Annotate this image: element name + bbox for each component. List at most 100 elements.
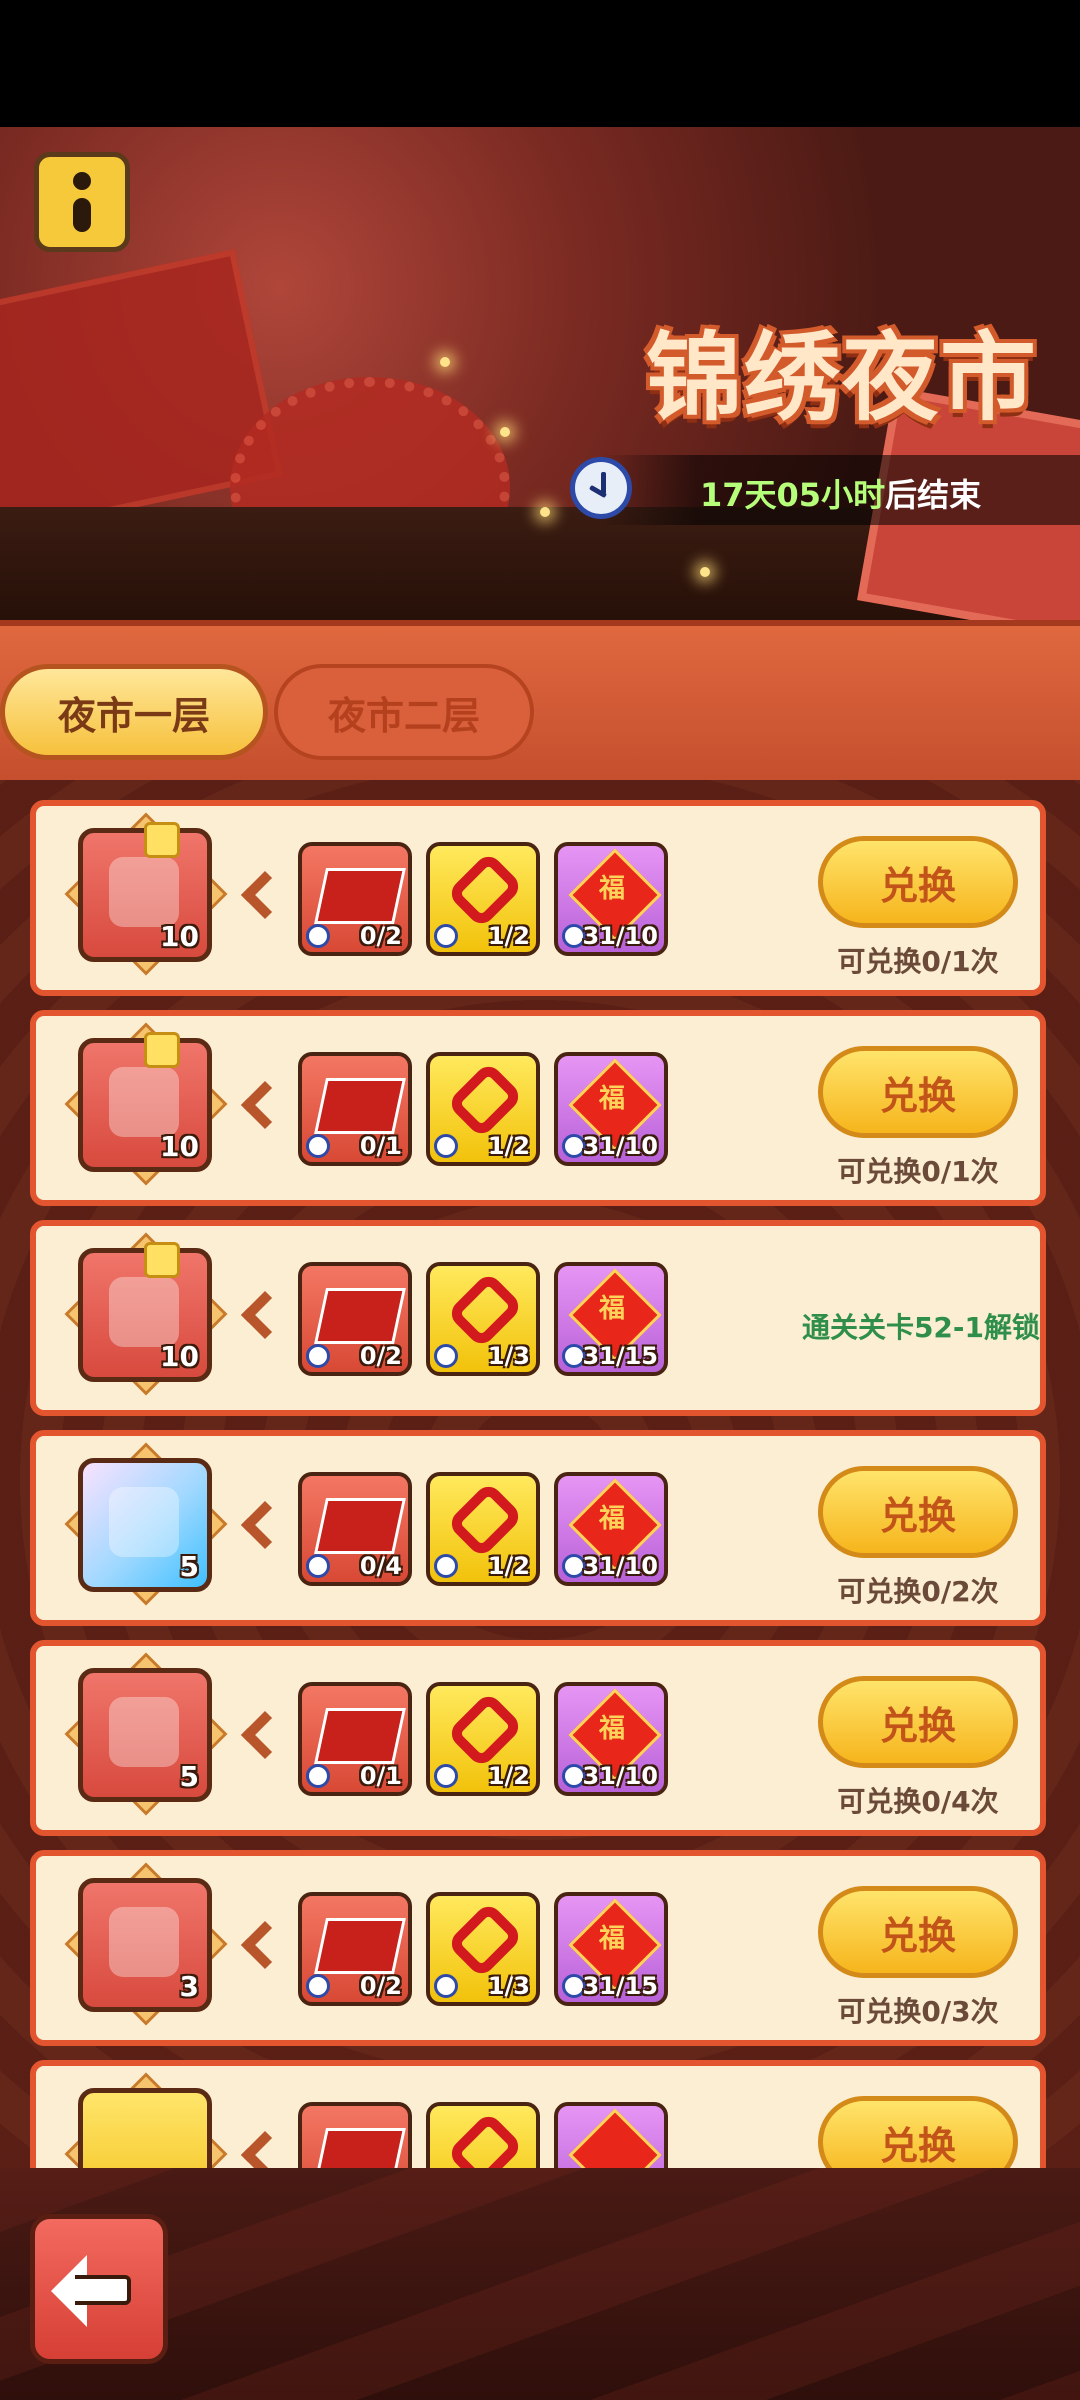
exchange-row: 10 0/1 1/2 福 31/10 兑换可兑换0/1次 [30,1010,1046,1206]
red-mat-icon [314,2128,406,2168]
chinese-knot-ticket: 1/3 [426,1262,540,1376]
exchange-limit: 可兑换0/2次 [837,1575,999,1608]
red-mat-ticket: 0/2 [298,1892,412,2006]
reward-item: 5 [78,1668,212,1802]
clock-icon [434,924,458,948]
chevron-left-icon [240,1710,290,1760]
fu-charm-ticket: 福 31/15 [554,1262,668,1376]
chevron-left-icon [240,1290,290,1340]
reward-quantity: 5 [179,1760,199,1793]
chinese-knot-icon [446,2111,524,2168]
exchange-button[interactable]: 兑换 [818,1466,1018,1558]
tab-market-floor-1[interactable]: 夜市一层 [0,664,268,760]
clock-icon [434,1764,458,1788]
clock-icon [306,1974,330,1998]
fu-charm-ticket: 福 31/10 [554,1472,668,1586]
fu-charm-ticket: 福 31/15 [554,1892,668,2006]
clock-icon [570,457,632,519]
unlock-requirement: 通关关卡52-1解锁 [801,1311,1041,1344]
event-title: 锦绣夜市 [646,322,1038,434]
fu-charm-ticket [554,2102,668,2168]
clock-icon [306,1134,330,1158]
timer-suffix: 后结束 [885,476,982,514]
exchange-row: 10 0/2 1/3 福 31/15 通关关卡52-1解锁 [30,1220,1046,1416]
puzzle-piece-icon [144,1032,180,1068]
red-mat-icon [314,868,406,924]
clock-icon [306,1344,330,1368]
cost-count: 31/15 [582,1972,658,2000]
chinese-knot-icon [446,1691,524,1769]
red-mat-ticket: 0/2 [298,842,412,956]
red-mat-ticket: 0/4 [298,1472,412,1586]
sparkle-icon [500,427,510,437]
chevron-left-icon [240,1500,290,1550]
chinese-knot-ticket [426,2102,540,2168]
chevron-left-icon [240,2130,290,2168]
exchange-limit: 可兑换0/1次 [837,1155,999,1188]
puzzle-piece-icon [144,822,180,858]
exchange-list[interactable]: 10 0/2 1/2 福 31/10 兑换 可兑换0/1次 10 0/1 1/2 福 31/10 兑换可… [0,780,1080,2168]
clock-icon [306,1764,330,1788]
cost-count: 0/1 [359,1132,402,1160]
chevron-left-icon [240,1920,290,1970]
cost-count: 0/2 [359,1342,402,1370]
clock-icon [434,1134,458,1158]
exchange-button[interactable]: 兑换 [818,836,1018,928]
gold-chest-icon [109,1697,179,1767]
red-mat-ticket [298,2102,412,2168]
chinese-knot-icon [446,1061,524,1139]
fu-character: 福 [598,1924,625,1954]
chinese-knot-icon [446,851,524,929]
fu-diamond-icon [568,2108,662,2168]
exchange-row: 5 0/1 1/2 福 31/10 兑换 可兑换0/4次 [30,1640,1046,1836]
reward-quantity: 10 [160,1130,199,1163]
reward-quantity: 10 [160,920,199,953]
chinese-knot-ticket: 1/2 [426,1472,540,1586]
red-mat-ticket: 0/1 [298,1052,412,1166]
clock-icon [434,1974,458,1998]
chevron-left-icon [240,1080,290,1130]
reward-quantity: 5 [179,1550,199,1583]
red-mat-icon [314,1498,406,1554]
reward-quantity: 10 [160,1340,199,1373]
sparkle-icon [540,507,550,517]
cost-count: 0/2 [359,922,402,950]
exchange-limit: 可兑换0/1次 [837,945,999,978]
exchange-row-partial: 兑换 [30,2060,1046,2168]
puzzle-piece-icon [144,1242,180,1278]
cost-count: 0/2 [359,1972,402,2000]
timer-remaining: 17天05小时 [700,476,886,514]
info-button[interactable] [34,152,130,252]
chinese-knot-icon [446,1271,524,1349]
cost-count: 0/4 [359,1552,402,1580]
exchange-button[interactable]: 兑换 [818,1046,1018,1138]
back-button[interactable] [30,2214,168,2364]
fu-charm-ticket: 福 31/10 [554,842,668,956]
fu-charm-ticket: 福 31/10 [554,1682,668,1796]
exchange-button[interactable]: 兑换 [818,1886,1018,1978]
sparkle-icon [700,567,710,577]
cost-count: 31/10 [582,1552,658,1580]
cost-count: 31/10 [582,1762,658,1790]
chinese-knot-ticket: 1/2 [426,1682,540,1796]
tab-market-floor-2[interactable]: 夜市二层 [274,664,534,760]
exchange-button[interactable]: 兑换 [818,1676,1018,1768]
event-timer: 17天05小时后结束 [700,470,981,516]
clock-icon [306,924,330,948]
fu-charm-ticket: 福 31/10 [554,1052,668,1166]
cost-count: 31/10 [582,1132,658,1160]
red-mat-icon [314,1288,406,1344]
fu-character: 福 [598,1504,625,1534]
exchange-limit: 可兑换0/4次 [837,1785,999,1818]
fu-character: 福 [598,1084,625,1114]
green-bean-icon [109,1067,179,1137]
reward-item: 5 [78,1458,212,1592]
exchange-button[interactable]: 兑换 [818,2096,1018,2168]
chinese-knot-ticket: 1/2 [426,1052,540,1166]
reward-item: 3 [78,1878,212,2012]
exchange-row: 5 0/4 1/2 福 31/10 兑换可兑换0/2次 [30,1430,1046,1626]
chinese-knot-ticket: 1/3 [426,1892,540,2006]
amber-crystal-icon [109,1277,179,1347]
chinese-knot-icon [446,1481,524,1559]
fu-character: 福 [598,1714,625,1744]
